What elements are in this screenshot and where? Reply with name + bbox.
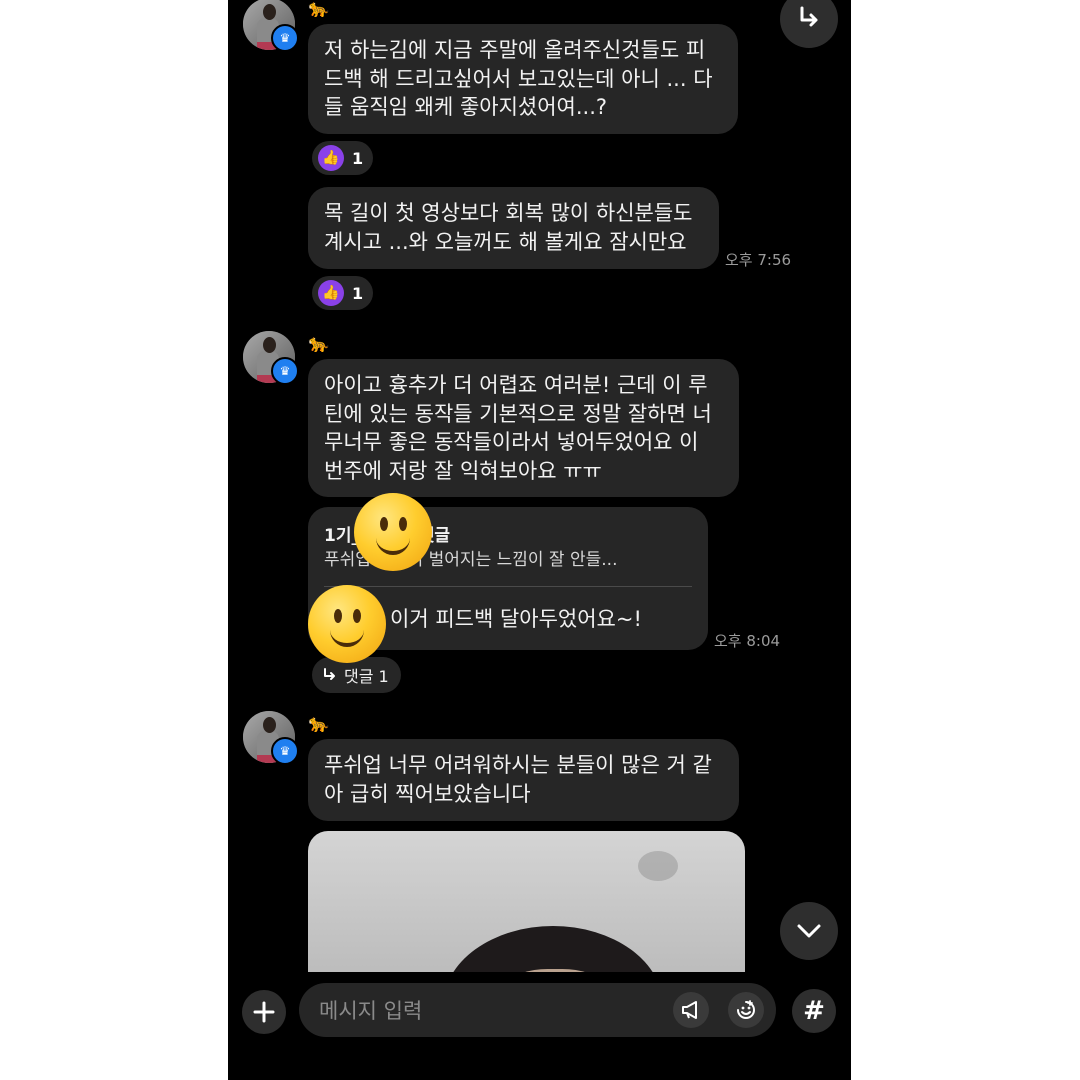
reply-arrow-icon <box>324 668 335 680</box>
message-input[interactable] <box>317 983 651 1039</box>
like-reaction[interactable]: 👍 1 <box>312 141 374 175</box>
chat-screen: ♛ 🐆 저 하는김에 지금 주말에 올려주신것들도 피 드백 해 드리고싶어서 … <box>228 0 851 1080</box>
crown-badge-icon: ♛ <box>271 737 299 765</box>
reaction-count: 1 <box>352 283 364 303</box>
reply-divider <box>324 586 692 587</box>
crown-badge-icon: ♛ <box>271 357 299 385</box>
scroll-down-button[interactable] <box>780 902 838 960</box>
thumbs-up-icon: 👍 <box>318 145 344 171</box>
thread-label: 댓글 1 <box>344 667 389 686</box>
sender-name-icon: 🐆 <box>308 334 330 354</box>
message-bubble[interactable]: 푸쉬업 너무 어려워하시는 분들이 많은 거 같 아 급히 찍어보았습니다 <box>308 739 739 821</box>
share-button[interactable] <box>780 0 838 48</box>
megaphone-icon <box>682 1001 697 1019</box>
message-timestamp: 오후 7:56 <box>725 251 792 269</box>
attach-plus-button[interactable] <box>242 990 286 1034</box>
smiley-emoji-icon <box>354 493 432 571</box>
smiley-icon <box>737 1000 755 1019</box>
message-timestamp: 오후 8:04 <box>714 632 781 650</box>
hashtag-button[interactable]: # <box>792 989 836 1033</box>
announce-button[interactable] <box>673 992 709 1028</box>
sender-avatar[interactable]: ♛ <box>243 331 299 385</box>
crown-badge-icon: ♛ <box>271 24 299 52</box>
sender-name-icon: 🐆 <box>308 0 330 19</box>
thumbs-up-icon: 👍 <box>318 280 344 306</box>
message-bubble[interactable]: 목 길이 첫 영상보다 회복 많이 하신분들도 계시고 ...와 오늘꺼도 해 … <box>308 187 719 269</box>
message-bubble[interactable]: 저 하는김에 지금 주말에 올려주신것들도 피 드백 해 드리고싶어서 보고있는… <box>308 24 738 134</box>
sender-avatar[interactable]: ♛ <box>243 711 299 765</box>
emoji-button[interactable] <box>728 992 764 1028</box>
reply-body: 이거 피드백 달아두었어요~! <box>390 607 642 631</box>
sender-name-icon: 🐆 <box>308 714 330 734</box>
plus-icon <box>253 1001 275 1023</box>
like-reaction[interactable]: 👍 1 <box>312 276 374 310</box>
smiley-emoji-icon <box>308 585 386 663</box>
message-input-container <box>299 983 776 1039</box>
reply-thread-button[interactable]: 댓글 1 <box>312 657 401 693</box>
share-arrow-icon <box>800 6 818 27</box>
reaction-count: 1 <box>352 148 364 168</box>
message-bubble[interactable]: 아이고 흉추가 더 어렵죠 여러분! 근데 이 루 틴에 있는 동작들 기본적으… <box>308 359 739 497</box>
sender-avatar[interactable]: ♛ <box>243 0 299 52</box>
hashtag-icon: # <box>803 996 825 1026</box>
chevron-down-icon <box>797 924 821 938</box>
